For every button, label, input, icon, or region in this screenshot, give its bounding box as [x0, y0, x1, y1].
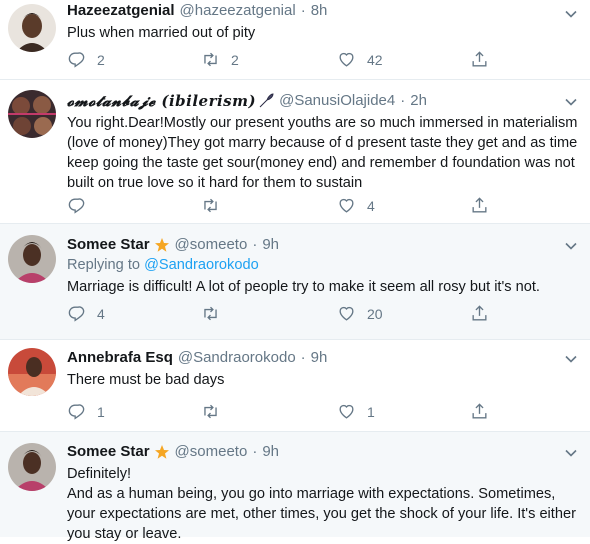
tweet[interactable]: 𝓸𝓶𝓸𝓽𝓪𝓷𝓫𝓪𝓳𝓮 (ibilerism) @SanusiOlajide4 ·… — [0, 80, 590, 224]
chevron-down-icon[interactable] — [562, 5, 580, 23]
reply-icon — [68, 198, 85, 214]
retweet-button[interactable] — [201, 196, 231, 215]
share-icon — [472, 197, 487, 213]
reply-icon — [68, 52, 85, 68]
avatar[interactable] — [8, 90, 56, 138]
separator: · — [400, 92, 406, 109]
tweet[interactable]: Annebrafa Esq @Sandraorokodo · 9h There … — [0, 340, 590, 432]
timestamp[interactable]: 9h — [311, 348, 328, 368]
star-badge-icon — [154, 445, 169, 459]
like-button[interactable]: 4 — [337, 196, 375, 215]
reply-count: 2 — [97, 51, 105, 68]
tweet-text: You right.Dear!Mostly our present youths… — [67, 115, 578, 191]
timestamp[interactable]: 9h — [262, 235, 279, 255]
share-icon — [472, 51, 487, 67]
like-count: 42 — [367, 51, 383, 68]
like-button[interactable]: 42 — [337, 50, 383, 69]
chevron-down-icon[interactable] — [562, 350, 580, 368]
tweet-text: Marriage is difficult! A lot of people t… — [67, 279, 540, 295]
avatar[interactable] — [8, 235, 56, 283]
like-icon — [339, 198, 354, 213]
share-button[interactable] — [470, 196, 489, 215]
timestamp[interactable]: 8h — [311, 1, 328, 21]
retweet-icon — [204, 404, 217, 419]
chevron-down-icon[interactable] — [562, 237, 580, 255]
like-button[interactable]: 20 — [337, 304, 383, 323]
like-icon — [339, 404, 354, 419]
display-name[interactable]: Hazeezatgenial — [67, 1, 175, 21]
tweet[interactable]: Hazeezatgenial @hazeezatgenial · 8h Plus… — [0, 0, 590, 80]
tweet-text: Plus when married out of pity — [67, 25, 256, 41]
chevron-down-icon[interactable] — [562, 444, 580, 462]
retweet-button[interactable] — [201, 304, 231, 323]
share-button[interactable] — [470, 304, 489, 323]
like-icon — [339, 52, 354, 67]
retweet-button[interactable]: 2 — [201, 50, 239, 69]
avatar[interactable] — [8, 348, 56, 396]
handle[interactable]: @SanusiOlajide4 — [279, 91, 395, 111]
handle[interactable]: @Sandraorokodo — [178, 348, 296, 368]
display-name[interactable]: 𝓸𝓶𝓸𝓽𝓪𝓷𝓫𝓪𝓳𝓮 (ibilerism) — [67, 91, 256, 111]
replying-to: Replying to @Sandraorokodo — [67, 255, 582, 275]
handle[interactable]: @someeto — [175, 442, 248, 462]
retweet-icon — [204, 306, 217, 321]
timestamp[interactable]: 2h — [410, 91, 427, 111]
reply-icon — [68, 404, 85, 420]
like-count: 20 — [367, 305, 383, 322]
avatar[interactable] — [8, 4, 56, 52]
like-icon — [339, 306, 354, 321]
retweet-button[interactable] — [201, 402, 231, 421]
timestamp[interactable]: 9h — [262, 442, 279, 462]
share-icon — [472, 403, 487, 419]
chevron-down-icon[interactable] — [562, 93, 580, 111]
retweet-count: 2 — [231, 51, 239, 68]
reply-count: 4 — [97, 305, 105, 322]
handle[interactable]: @someeto — [175, 235, 248, 255]
like-count: 4 — [367, 197, 375, 214]
reply-count: 1 — [97, 403, 105, 420]
like-count: 1 — [367, 403, 375, 420]
reply-icon — [68, 306, 85, 322]
separator: · — [252, 443, 258, 460]
reply-button[interactable]: 4 — [67, 304, 105, 323]
like-button[interactable]: 1 — [337, 402, 375, 421]
replying-to-link[interactable]: @Sandraorokodo — [144, 257, 259, 273]
separator: · — [300, 2, 306, 19]
separator: · — [252, 236, 258, 253]
handle[interactable]: @hazeezatgenial — [180, 1, 296, 21]
display-name[interactable]: Somee Star — [67, 235, 150, 255]
display-name[interactable]: Somee Star — [67, 442, 150, 462]
share-button[interactable] — [470, 50, 489, 69]
share-icon — [472, 305, 487, 321]
replying-prefix: Replying to — [67, 257, 145, 273]
display-name[interactable]: Annebrafa Esq — [67, 348, 173, 368]
share-button[interactable] — [470, 402, 489, 421]
tweet[interactable]: Somee Star @someeto · 9h Replying to @Sa… — [0, 224, 590, 340]
reply-button[interactable] — [67, 196, 97, 215]
separator: · — [300, 349, 306, 366]
quill-pen-icon — [259, 93, 274, 108]
tweet[interactable]: Somee Star @someeto · 9h Definitely! And… — [0, 432, 590, 542]
reply-button[interactable]: 1 — [67, 402, 105, 421]
star-badge-icon — [154, 238, 169, 252]
retweet-icon — [204, 198, 217, 213]
tweet-text: Definitely! And as a human being, you go… — [67, 466, 576, 542]
reply-button[interactable]: 2 — [67, 50, 105, 69]
tweet-text: There must be bad days — [67, 372, 225, 388]
retweet-icon — [204, 52, 217, 67]
avatar[interactable] — [8, 443, 56, 491]
